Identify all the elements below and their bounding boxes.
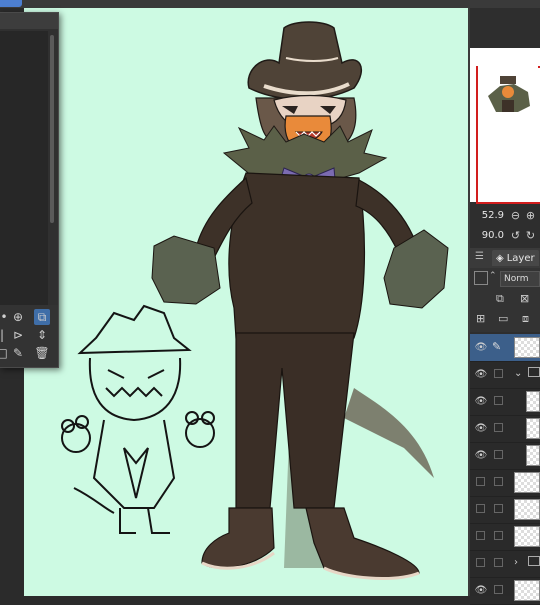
eye-icon[interactable]: 👁 [474,584,488,596]
layer-row[interactable]: 👁 [470,577,540,605]
eye-icon[interactable]: 👁 [474,449,488,461]
zoom-value: 52.9 [481,209,504,221]
layer-thumbnail [526,391,540,412]
layer-thumbnail [526,445,540,466]
layer-properties: ⌃ Norm ⧉ ⊠ ⊞ ▭ ⧈ [470,268,540,332]
layers-icon: ◈ [496,252,504,264]
trash-icon[interactable]: 🗑 [34,345,50,361]
layer-row[interactable] [470,469,540,497]
layer-thumbnail [514,337,540,358]
flip-vertical-icon[interactable]: ⇕ [34,327,50,343]
layer-checkbox[interactable] [494,531,503,540]
folder-chevron-icon[interactable]: ⌄ [514,368,522,379]
rotation-row: 90.0 ↺ ↻ [470,226,540,244]
layer-color-swatch[interactable] [474,271,488,285]
add-icon[interactable]: ⊕ [10,309,26,325]
palette-toolbar: • ⊕ ⧉ | ⊳ ⇕ □ ✎ 🗑 [0,305,58,367]
eye-icon[interactable]: 👁 [474,395,488,407]
layer-thumbnail [514,526,540,547]
eye-icon[interactable]: 👁 [474,422,488,434]
drawing-canvas[interactable] [24,8,468,596]
blend-mode-select[interactable]: Norm [500,271,540,287]
tab-layer-label: Layer [506,252,535,264]
lock-icon[interactable]: ⊠ [520,292,529,305]
folder-icon [528,367,540,377]
edit-icon[interactable]: ✎ [10,345,26,361]
eye-icon[interactable]: 👁 [474,368,488,380]
layer-row[interactable]: 👁 [470,442,540,470]
layer-row[interactable] [470,523,540,551]
layer-list: 👁 ✎ 👁 ⌄ 👁 👁 👁 › 👁 [470,334,540,605]
folder-icon[interactable]: ▭ [498,312,508,325]
zoom-row: 52.9 ⊖ ⊕ [470,206,540,224]
palette-content [0,31,48,313]
dock-header [470,0,540,8]
rotate-left-icon[interactable]: ↺ [508,228,523,243]
palette-scrollbar[interactable] [50,35,54,223]
pen-icon: ✎ [492,340,502,353]
layer-checkbox[interactable] [494,504,503,513]
layer-row[interactable]: › [470,550,540,578]
layer-row[interactable] [470,496,540,524]
copy-icon[interactable]: □ [0,345,10,361]
layer-thumbnail [514,499,540,520]
layer-thumbnail [526,418,540,439]
layer-checkbox[interactable] [494,450,503,459]
visibility-box[interactable] [476,558,485,567]
navigator-thumbnail [478,66,538,126]
palette-title-bar[interactable] [0,13,58,29]
new-layer-icon[interactable]: ⊞ [476,312,485,325]
navigator-panel[interactable] [470,48,540,204]
layer-checkbox[interactable] [494,477,503,486]
eye-icon[interactable]: 👁 [474,341,488,353]
floating-palette: • ⊕ ⧉ | ⊳ ⇕ □ ✎ 🗑 [0,12,59,368]
clip-icon[interactable]: ⧉ [496,292,504,306]
zoom-out-icon[interactable]: ⊖ [508,208,523,223]
right-dock: 52.9 ⊖ ⊕ 90.0 ↺ ↻ ☰ ◈ Layer ⌃ Norm ⧉ ⊠ ⊞… [470,0,540,605]
folder-chevron-icon[interactable]: › [514,557,518,568]
rotation-value: 90.0 [481,229,504,241]
chevron-icon[interactable]: ⌃ [489,271,497,281]
flip-horizontal-icon[interactable]: ⊳ [10,327,26,343]
rotate-right-icon[interactable]: ↻ [523,228,538,243]
tab-layer[interactable]: ◈ Layer [492,250,539,266]
visibility-box[interactable] [476,477,485,486]
chibi-sketch [61,304,215,534]
layer-row[interactable]: 👁 [470,415,540,443]
layer-row[interactable]: 👁 ⌄ [470,361,540,389]
reference-layer-icon[interactable]: ⧉ [34,309,50,325]
blend-mode-value: Norm [504,274,529,284]
layer-checkbox[interactable] [494,423,503,432]
layer-checkbox[interactable] [494,396,503,405]
zoom-in-icon[interactable]: ⊕ [523,208,538,223]
layer-tab-bar: ☰ ◈ Layer [470,248,540,268]
visibility-box[interactable] [476,531,485,540]
layer-checkbox[interactable] [494,585,503,594]
menu-icon[interactable]: ☰ [475,251,484,262]
folder-icon [528,556,540,566]
visibility-box[interactable] [476,504,485,513]
layer-row[interactable]: 👁 ✎ [470,334,540,362]
window-tab[interactable] [0,0,22,7]
layer-thumbnail [514,580,540,601]
mask-icon[interactable]: ⧈ [522,312,529,326]
artwork [61,21,449,580]
separator-icon: | [0,328,5,342]
layer-row[interactable]: 👁 [470,388,540,416]
layer-checkbox[interactable] [494,558,503,567]
layer-checkbox[interactable] [494,369,503,378]
top-strip [0,0,540,8]
layer-thumbnail [514,472,540,493]
